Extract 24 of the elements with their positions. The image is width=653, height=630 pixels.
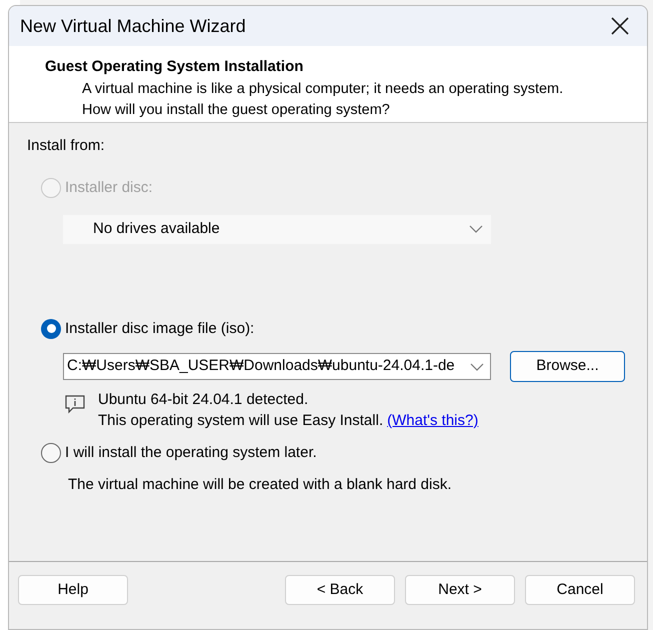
page-title: Guest Operating System Installation <box>45 58 304 76</box>
dropdown: No drives available <box>63 214 491 244</box>
radio-label: I will install the operating system later. <box>65 443 317 463</box>
info-text: This operating system will use Easy Install. <box>98 411 384 431</box>
page-description: A virtual machine is like a physical computer; it needs an operating system. How will you install the guest operating system? <box>81 80 564 120</box>
close-icon <box>610 16 630 36</box>
nav-button[interactable]: Next > <box>405 575 515 605</box>
info-icon <box>64 394 86 414</box>
help-button[interactable]: Help <box>18 575 128 605</box>
nav-button[interactable]: Cancel <box>525 575 635 605</box>
info-text: Ubuntu 64-bit 24.04.1 detected. <box>98 390 310 410</box>
radio-label: Installer disc image file (iso): <box>65 318 254 338</box>
note-text: The virtual machine will be created with a blank hard disk. <box>68 474 453 494</box>
caret-icon <box>470 362 484 370</box>
radio-button[interactable] <box>41 443 61 464</box>
section-label: Install from: <box>27 137 106 155</box>
caret-icon <box>469 225 483 233</box>
radio-label: Installer disc: <box>65 178 153 198</box>
path-combobox[interactable]: C:₩Users₩SBA_USER₩Downloads₩ubuntu-24.04.1-de <box>63 353 491 380</box>
browse-button[interactable]: Browse... <box>510 351 625 382</box>
radio-button[interactable] <box>41 318 61 339</box>
nav-button[interactable]: < Back <box>285 575 395 605</box>
help-link[interactable]: (What's this?) <box>387 410 478 431</box>
window-title: New Virtual Machine Wizard <box>20 14 246 38</box>
